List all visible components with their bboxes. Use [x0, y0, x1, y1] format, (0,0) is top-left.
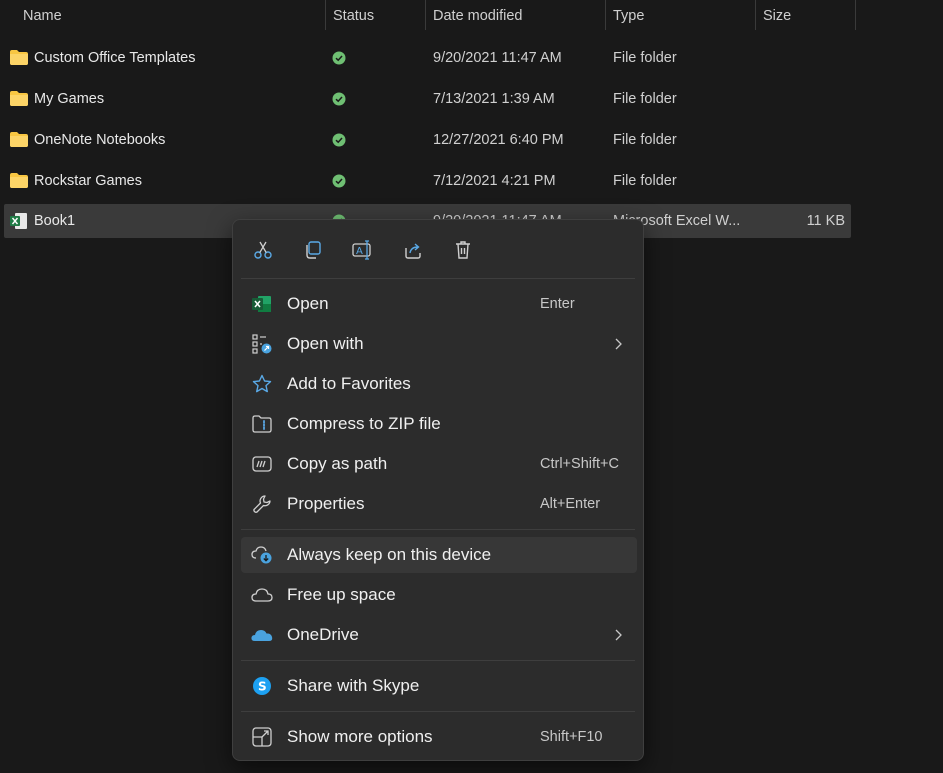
excel-icon [251, 294, 273, 314]
svg-text:A: A [356, 246, 363, 257]
file-row[interactable]: OneNote Notebooks 12/27/2021 6:40 PM Fil… [4, 123, 851, 157]
cut-button[interactable] [247, 234, 279, 266]
file-name: Custom Office Templates [34, 50, 196, 66]
column-size-header[interactable]: Size [755, 0, 855, 32]
menu-item-label: Compress to ZIP file [287, 414, 441, 433]
column-status-header[interactable]: Status [325, 0, 425, 32]
chevron-right-icon [615, 338, 622, 350]
synced-status-icon [332, 92, 346, 106]
zip-icon [251, 414, 273, 434]
rename-button[interactable]: A [347, 234, 379, 266]
menu-item-properties[interactable]: Properties Alt+Enter [241, 486, 637, 522]
folder-icon [10, 50, 28, 65]
file-type: File folder [613, 173, 677, 189]
onedrive-icon [251, 625, 273, 645]
file-date: 9/20/2021 11:47 AM [433, 50, 562, 66]
menu-item-label: Copy as path [287, 454, 388, 473]
open-with-icon [251, 334, 273, 354]
menu-divider [241, 529, 635, 530]
menu-item-add-to-favorites[interactable]: Add to Favorites [241, 366, 637, 402]
menu-item-compress-zip[interactable]: Compress to ZIP file [241, 406, 637, 442]
column-name-header[interactable]: Name [15, 0, 325, 32]
folder-icon [10, 132, 28, 147]
skype-icon: S [251, 676, 273, 696]
chevron-right-icon [615, 629, 622, 641]
column-type-header[interactable]: Type [605, 0, 755, 32]
menu-item-free-up-space[interactable]: Free up space [241, 577, 637, 613]
synced-status-icon [332, 133, 346, 147]
menu-item-label: Share with Skype [287, 676, 420, 695]
menu-item-label: Open with [287, 334, 364, 353]
cut-icon [254, 241, 272, 259]
folder-icon [10, 91, 28, 106]
menu-item-label: Always keep on this device [287, 545, 492, 564]
cloud-download-icon [251, 545, 273, 565]
more-options-icon [251, 727, 273, 747]
menu-divider [241, 660, 635, 661]
menu-item-onedrive[interactable]: OneDrive [241, 617, 637, 653]
menu-divider [241, 278, 635, 279]
delete-icon [456, 241, 470, 259]
file-date: 7/12/2021 4:21 PM [433, 173, 556, 189]
file-name: OneNote Notebooks [34, 132, 166, 148]
menu-item-label: Open [287, 294, 329, 313]
menu-item-label: Properties [287, 494, 365, 513]
share-icon [405, 243, 421, 259]
svg-text:S: S [258, 680, 267, 694]
menu-item-label: Free up space [287, 585, 396, 604]
menu-item-copy-as-path[interactable]: Copy as path Ctrl+Shift+C [241, 446, 637, 482]
column-date-header[interactable]: Date modified [425, 0, 605, 32]
folder-icon [10, 173, 28, 188]
file-date: 7/13/2021 1:39 AM [433, 91, 555, 107]
excel-icon [10, 213, 27, 229]
column-header: Name ^ Status Date modified Type Size [0, 0, 943, 32]
menu-item-shortcut: Shift+F10 [540, 729, 603, 745]
menu-item-show-more-options[interactable]: Show more options Shift+F10 [241, 719, 637, 755]
file-type: File folder [613, 91, 677, 107]
star-icon [251, 374, 273, 394]
synced-status-icon [332, 51, 346, 65]
menu-item-open-with[interactable]: Open with [241, 326, 637, 362]
menu-item-label: Show more options [287, 727, 433, 746]
copy-button[interactable] [297, 234, 329, 266]
menu-item-label: Add to Favorites [287, 374, 411, 393]
context-menu: A Open Enter Open with Add to Favorites … [232, 219, 644, 761]
wrench-icon [251, 494, 273, 514]
file-name: Book1 [34, 213, 76, 229]
menu-item-always-keep[interactable]: Always keep on this device [241, 537, 637, 573]
column-divider[interactable] [855, 0, 856, 30]
file-row[interactable]: Custom Office Templates 9/20/2021 11:47 … [4, 41, 851, 75]
menu-item-share-skype[interactable]: S Share with Skype [241, 668, 637, 704]
file-size: 11 KB [806, 213, 845, 229]
file-type: File folder [613, 132, 677, 148]
sort-caret-icon: ^ [164, 0, 170, 6]
share-button[interactable] [397, 234, 429, 266]
quick-actions-bar: A [233, 220, 643, 278]
delete-button[interactable] [447, 234, 479, 266]
menu-item-label: OneDrive [287, 625, 359, 644]
cloud-icon [251, 585, 273, 605]
menu-item-shortcut: Alt+Enter [540, 496, 601, 512]
menu-item-shortcut: Enter [540, 296, 575, 312]
menu-item-open[interactable]: Open Enter [241, 286, 637, 322]
file-row[interactable]: My Games 7/13/2021 1:39 AM File folder [4, 82, 851, 116]
file-name: Rockstar Games [34, 173, 142, 189]
file-date: 12/27/2021 6:40 PM [433, 132, 564, 148]
file-name: My Games [34, 91, 105, 107]
copy-icon [306, 241, 321, 259]
menu-divider [241, 711, 635, 712]
rename-icon: A [352, 240, 371, 260]
file-type: File folder [613, 50, 677, 66]
menu-item-shortcut: Ctrl+Shift+C [540, 456, 619, 472]
synced-status-icon [332, 174, 346, 188]
copy-path-icon [251, 454, 273, 474]
file-row[interactable]: Rockstar Games 7/12/2021 4:21 PM File fo… [4, 164, 851, 198]
